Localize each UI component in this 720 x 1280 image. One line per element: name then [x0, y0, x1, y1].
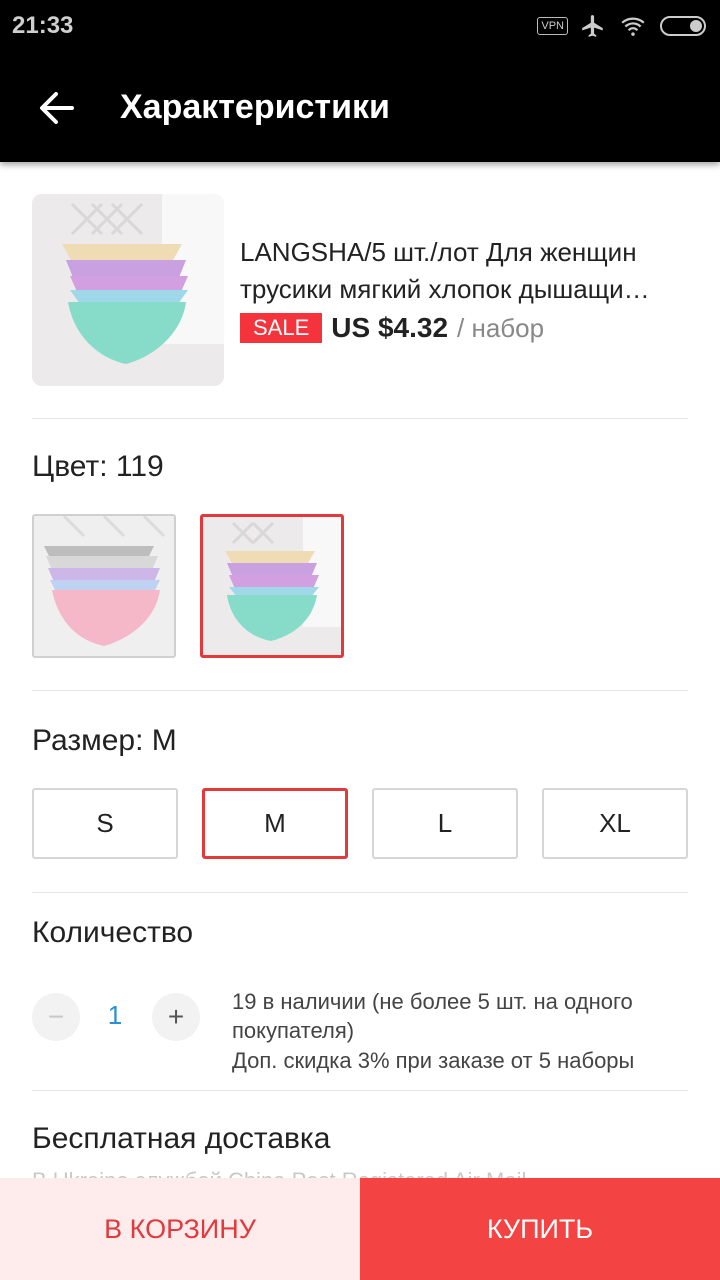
add-to-cart-button[interactable]: В КОРЗИНУ [0, 1178, 360, 1280]
divider [32, 1090, 688, 1091]
color-option-119[interactable] [200, 514, 344, 658]
arrow-left-icon [40, 92, 74, 124]
product-title-line1: LANGSHA/5 шт./лот Для женщин [240, 237, 637, 267]
bottom-action-bar: В КОРЗИНУ КУПИТЬ [0, 1178, 720, 1280]
price-row: SALE US $4.32 / набор [240, 312, 544, 344]
divider [32, 690, 688, 691]
wifi-icon [621, 17, 645, 36]
shipping-title: Бесплатная доставка [32, 1122, 331, 1155]
color-label: Цвет: 119 [32, 450, 164, 483]
battery-icon [660, 16, 706, 36]
quantity-increase-button[interactable]: + [152, 993, 200, 1041]
product-title-line2: трусики мягкий хлопок дышащи… [240, 274, 650, 304]
size-option-s[interactable]: S [32, 788, 178, 859]
app-bar: Характеристики [0, 52, 720, 162]
divider [32, 418, 688, 419]
size-option-xl[interactable]: XL [542, 788, 688, 859]
stock-note: 19 в наличии (не более 5 шт. на одного п… [232, 989, 633, 1043]
divider [32, 892, 688, 893]
quantity-value[interactable]: 1 [100, 1000, 130, 1031]
size-option-m[interactable]: M [202, 788, 348, 859]
color-option-pink-gray[interactable] [32, 514, 176, 658]
size-option-l[interactable]: L [372, 788, 518, 859]
sale-badge: SALE [240, 313, 323, 343]
vpn-icon: VPN [537, 17, 568, 35]
page-title: Характеристики [120, 88, 390, 126]
pastel-119-set-icon [203, 517, 341, 655]
product-title: LANGSHA/5 шт./лот Для женщин трусики мяг… [240, 234, 688, 308]
product-image [32, 194, 224, 386]
airplane-icon [582, 15, 603, 37]
status-bar: 21:33 VPN [0, 0, 720, 52]
size-label: Размер: M [32, 724, 177, 757]
price-unit: / набор [457, 312, 545, 343]
status-icons: VPN [537, 12, 706, 40]
buy-now-button[interactable]: КУПИТЬ [360, 1178, 720, 1280]
discount-note: Доп. скидка 3% при заказе от 5 наборы [232, 1048, 635, 1073]
product-summary: LANGSHA/5 шт./лот Для женщин трусики мяг… [32, 194, 688, 386]
pink-gray-set-icon [34, 516, 174, 656]
product-price: US $4.32 [331, 312, 449, 343]
status-time: 21:33 [12, 12, 74, 39]
back-button[interactable] [36, 88, 76, 128]
product-photo-icon [32, 194, 224, 386]
quantity-decrease-button[interactable]: − [32, 993, 80, 1041]
quantity-label: Количество [32, 916, 194, 949]
